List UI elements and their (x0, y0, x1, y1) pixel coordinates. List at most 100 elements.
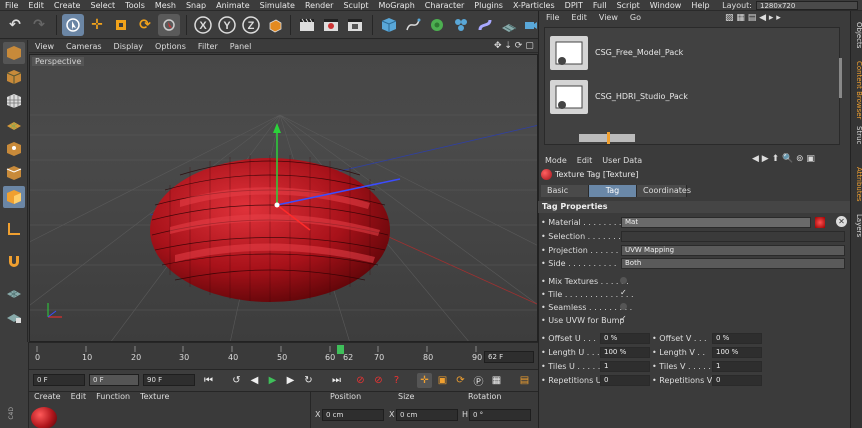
floor-icon[interactable] (498, 14, 520, 36)
viewport-menu-cameras[interactable]: Cameras (60, 42, 108, 51)
menu-animate[interactable]: Animate (211, 1, 255, 10)
perspective-viewport[interactable]: Perspective (29, 54, 538, 342)
coordinate-system-icon[interactable] (264, 14, 286, 36)
material-menu-edit[interactable]: Edit (66, 392, 92, 401)
attr-nav-icons[interactable]: ◀ ▶ ⬆ 🔍 ⊚ ▣ (752, 154, 815, 164)
preview-start-field[interactable]: 0 F (89, 374, 139, 386)
offset-v-field[interactable]: 0 % (712, 333, 762, 344)
sidebar-tab-attributes[interactable]: Attributes (851, 161, 862, 207)
render-picture-viewer-icon[interactable] (320, 14, 342, 36)
asset-name-hdri-studio-pack[interactable]: CSG_HDRI_Studio_Pack (595, 92, 688, 101)
menu-tools[interactable]: Tools (120, 1, 150, 10)
workplane-lock-icon[interactable] (3, 282, 25, 304)
point-level-key-icon[interactable]: ▦ (489, 373, 504, 388)
cb-menu-file[interactable]: File (540, 13, 565, 22)
menu-plugins[interactable]: Plugins (469, 1, 508, 10)
material-menu-function[interactable]: Function (91, 392, 135, 401)
selection-field[interactable] (621, 231, 845, 242)
parameter-key-icon[interactable]: Ⓟ (471, 373, 486, 388)
menu-mesh[interactable]: Mesh (150, 1, 181, 10)
go-to-next-key-icon[interactable]: ↻ (301, 373, 316, 388)
viewport-menu-view[interactable]: View (29, 42, 60, 51)
tab-basic[interactable]: Basic (541, 185, 589, 197)
workplane-icon[interactable] (3, 114, 25, 136)
snap-magnet-icon[interactable] (3, 250, 25, 272)
coord-rotation-h-field[interactable]: 0 ° (469, 409, 531, 421)
attr-menu-user-data[interactable]: User Data (597, 156, 647, 165)
length-u-field[interactable]: 100 % (600, 347, 650, 358)
menu-select[interactable]: Select (85, 1, 120, 10)
menu-window[interactable]: Window (645, 1, 687, 10)
spline-pen-icon[interactable] (402, 14, 424, 36)
material-clear-icon[interactable]: ✕ (836, 216, 847, 227)
tiles-v-field[interactable]: 1 (712, 361, 762, 372)
workplane-lock-2-icon[interactable] (3, 306, 25, 328)
last-tool-icon[interactable] (158, 14, 180, 36)
viewport-menu-panel[interactable]: Panel (224, 42, 258, 51)
content-browser-list[interactable]: CSG_Free_Model_Pack CSG_HDRI_Studio_Pack (544, 27, 842, 145)
tile-checkbox[interactable]: ✓ (620, 288, 627, 297)
viewport-menu-display[interactable]: Display (108, 42, 150, 51)
autokey-icon[interactable]: ⊘ (371, 373, 386, 388)
previous-frame-icon[interactable]: ◀ (247, 373, 262, 388)
cb-menu-view[interactable]: View (593, 13, 624, 22)
scale-icon[interactable] (110, 14, 132, 36)
nurbs-icon[interactable] (426, 14, 448, 36)
material-menu-texture[interactable]: Texture (135, 392, 174, 401)
current-frame-field[interactable]: 62 F (484, 351, 534, 363)
side-select[interactable]: Both (621, 258, 845, 269)
play-icon[interactable]: ▶ (265, 373, 280, 388)
timeline-ruler[interactable]: 0 10 20 30 40 50 60 62 70 80 90 62 F (29, 342, 538, 369)
menu-snap[interactable]: Snap (181, 1, 211, 10)
sidebar-tab-structure[interactable]: Struc (851, 123, 862, 147)
sidebar-tab-content-browser[interactable]: Content Browser (851, 59, 862, 121)
menu-mograph[interactable]: MoGraph (373, 1, 419, 10)
render-settings-icon[interactable] (344, 14, 366, 36)
texture-mode-icon[interactable] (3, 90, 25, 112)
menu-help[interactable]: Help (686, 1, 714, 10)
cb-scrollbar[interactable] (839, 58, 842, 98)
move-icon[interactable]: ✛ (86, 14, 108, 36)
cube-icon[interactable] (378, 14, 400, 36)
render-view-icon[interactable] (296, 14, 318, 36)
axis-y-button[interactable]: Y (216, 14, 238, 36)
go-to-start-icon[interactable]: ⏮ (201, 373, 216, 388)
go-to-end-icon[interactable]: ⏭ (329, 373, 344, 388)
menu-file[interactable]: File (0, 1, 23, 10)
cb-nav-icons[interactable]: ▨ ▦ ▤ ◀ ▸ ▸ (725, 13, 781, 23)
sidebar-tab-objects[interactable]: Objects (851, 15, 862, 55)
asset-thumbnail-hdri-studio-pack[interactable] (550, 80, 588, 114)
seamless-checkbox[interactable] (620, 303, 627, 310)
length-v-field[interactable]: 100 % (712, 347, 762, 358)
repetitions-v-field[interactable]: 0 (712, 375, 762, 386)
keyframe-selection-icon[interactable]: ? (389, 373, 404, 388)
menu-render[interactable]: Render (300, 1, 338, 10)
points-mode-icon[interactable] (3, 138, 25, 160)
layout-select[interactable]: 1280x720 (756, 1, 858, 10)
asset-name-free-model-pack[interactable]: CSG_Free_Model_Pack (595, 48, 683, 57)
go-to-previous-key-icon[interactable]: ↺ (229, 373, 244, 388)
timeline-window-icon[interactable]: ▤ (517, 373, 532, 388)
axis-z-button[interactable]: Z (240, 14, 262, 36)
coord-position-x-field[interactable]: 0 cm (322, 409, 384, 421)
attr-menu-edit[interactable]: Edit (572, 156, 598, 165)
coord-size-x-field[interactable]: 0 cm (396, 409, 458, 421)
use-uvw-checkbox[interactable]: ✓ (620, 314, 627, 323)
scale-key-icon[interactable]: ▣ (435, 373, 450, 388)
menu-simulate[interactable]: Simulate (255, 1, 300, 10)
axis-x-button[interactable]: X (192, 14, 214, 36)
redo-icon[interactable]: ↷ (28, 14, 50, 36)
cb-menu-go[interactable]: Go (624, 13, 647, 22)
sidebar-tab-layers[interactable]: Layers (851, 211, 862, 241)
menu-full[interactable]: Full (588, 1, 612, 10)
menu-edit[interactable]: Edit (23, 1, 49, 10)
live-selection-icon[interactable] (62, 14, 84, 36)
undo-icon[interactable]: ↶ (4, 14, 26, 36)
mix-textures-checkbox[interactable] (620, 277, 627, 284)
deformer-icon[interactable] (474, 14, 496, 36)
menu-script[interactable]: Script (612, 1, 645, 10)
menu-create[interactable]: Create (49, 1, 86, 10)
material-menu-create[interactable]: Create (29, 392, 66, 401)
projection-select[interactable]: UVW Mapping (621, 245, 845, 256)
record-active-icon[interactable]: ⊘ (353, 373, 368, 388)
